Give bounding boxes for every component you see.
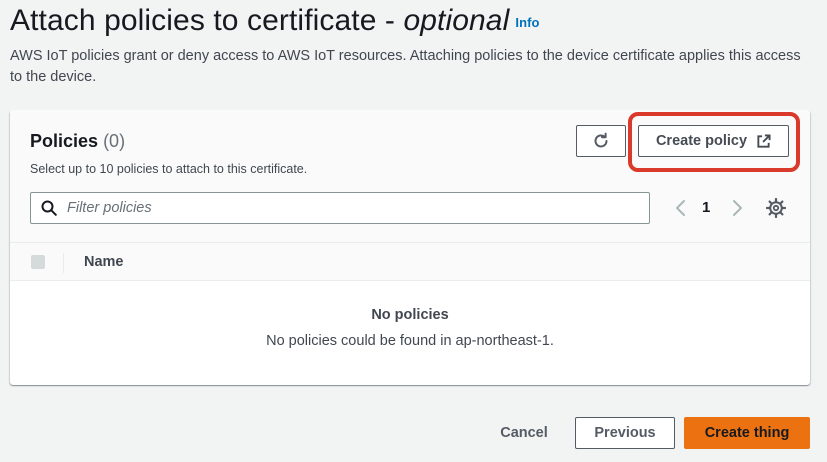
column-divider <box>63 253 64 273</box>
panel-title-text: Policies <box>30 131 99 151</box>
previous-button[interactable]: Previous <box>575 417 675 449</box>
table-header: Name <box>10 242 810 281</box>
panel-title: Policies (0) <box>30 131 125 152</box>
empty-state-description: No policies could be found in ap-northea… <box>266 333 554 349</box>
create-policy-button[interactable]: Create policy <box>638 125 789 157</box>
cancel-button[interactable]: Cancel <box>492 417 556 449</box>
external-link-icon <box>757 133 771 148</box>
policies-panel: Policies (0) Select up to 10 policies to… <box>10 110 810 385</box>
gear-icon[interactable] <box>765 197 787 219</box>
page-title: Attach policies to certificate - optiona… <box>10 4 540 38</box>
filter-field[interactable] <box>30 192 650 224</box>
chevron-left-icon[interactable] <box>673 196 689 220</box>
info-link[interactable]: Info <box>515 15 539 30</box>
search-icon <box>41 200 57 216</box>
panel-description: Select up to 10 policies to attach to th… <box>30 162 308 176</box>
column-header-name[interactable]: Name <box>84 254 124 270</box>
select-all-checkbox[interactable] <box>31 255 45 269</box>
page-title-optional: optional <box>403 4 510 37</box>
panel-header: Policies (0) Select up to 10 policies to… <box>10 110 810 242</box>
filter-input[interactable] <box>67 200 627 216</box>
page-description: AWS IoT policies grant or deny access to… <box>10 48 801 85</box>
refresh-button[interactable] <box>576 125 626 157</box>
page-title-main: Attach policies to certificate - <box>10 4 404 37</box>
create-thing-button[interactable]: Create thing <box>684 417 810 449</box>
page-number[interactable]: 1 <box>702 199 710 216</box>
refresh-icon <box>594 132 608 148</box>
empty-state-title: No policies <box>371 307 449 323</box>
chevron-right-icon[interactable] <box>729 196 745 220</box>
policies-count: (0) <box>103 131 126 151</box>
create-policy-label: Create policy <box>655 133 748 149</box>
